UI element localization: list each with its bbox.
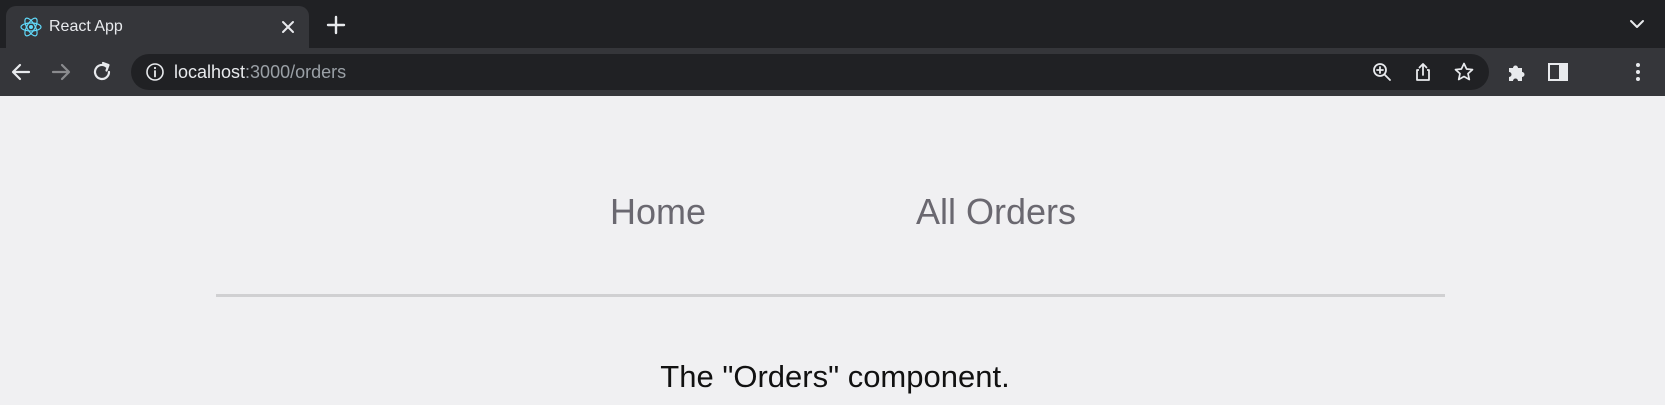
close-icon[interactable] [279,18,297,36]
tab-title: React App [49,18,123,35]
component-text: The "Orders" component. [660,359,1010,394]
kebab-menu-icon[interactable] [1626,60,1650,84]
star-icon[interactable] [1453,61,1475,83]
divider [216,294,1445,297]
browser-tab[interactable]: React App [6,6,309,48]
url-text[interactable]: localhost:3000/orders [174,62,346,82]
url-host: localhost [174,62,246,82]
share-icon[interactable] [1412,61,1434,83]
new-tab-plus-icon[interactable] [325,14,347,36]
address-bar[interactable]: localhost:3000/orders [131,54,1489,90]
chevron-down-icon[interactable] [1628,17,1646,31]
react-logo-icon [20,17,42,37]
info-icon[interactable] [145,62,165,82]
browser-toolbar: localhost:3000/orders [0,48,1665,96]
nav-link-home[interactable]: Home [610,190,706,234]
arrow-right-icon[interactable] [47,58,75,86]
url-path: :3000/orders [245,62,347,82]
nav-link-all-orders[interactable]: All Orders [916,190,1076,234]
side-panel-icon[interactable] [1546,60,1570,84]
page-content: Home All Orders The "Orders" component. [0,96,1665,405]
browser-tab-strip: React App [0,0,1665,48]
zoom-in-icon[interactable] [1371,61,1393,83]
reload-icon[interactable] [88,58,116,86]
puzzle-icon[interactable] [1505,60,1529,84]
arrow-left-icon[interactable] [7,58,35,86]
